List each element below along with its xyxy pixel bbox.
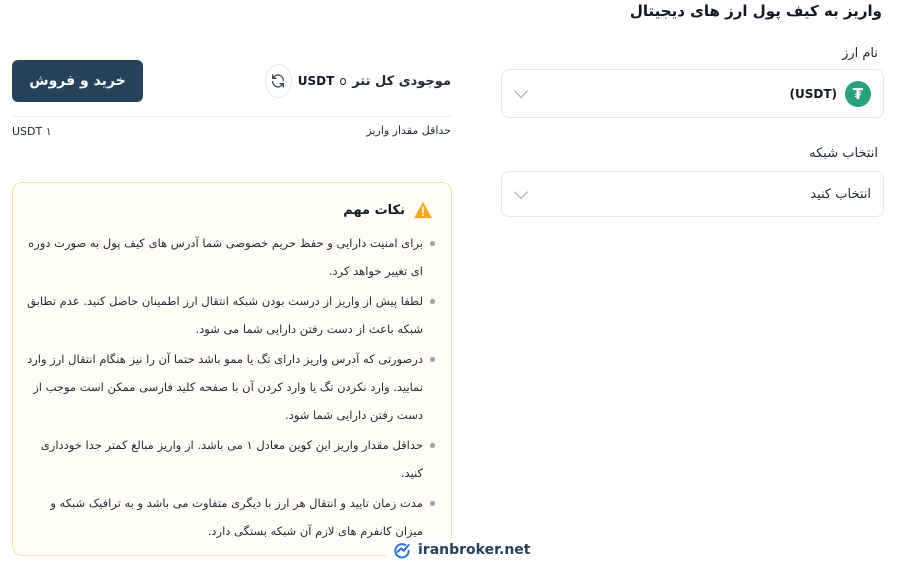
note-item: حداقل مقدار واریز این کوین معادل ۱ می با…: [27, 431, 435, 487]
currency-code: (USDT): [789, 86, 837, 101]
balance-value: USDT: [297, 74, 335, 88]
min-deposit-label: حداقل مقدار واریز: [366, 124, 451, 137]
refresh-button[interactable]: [265, 64, 292, 98]
currency-label: نام ارز: [842, 46, 878, 61]
note-item: برای امنیت دارایی و حفظ حریم خصوصی شما آ…: [27, 229, 435, 285]
network-label: انتخاب شبکه: [809, 146, 878, 161]
buy-sell-button[interactable]: خرید و فروش: [12, 60, 143, 102]
chevron-down-icon: [513, 184, 529, 199]
refresh-icon: [272, 74, 285, 88]
tether-icon: ₮: [845, 80, 871, 107]
notes-title: نکات مهم: [343, 202, 405, 218]
note-item: مدت زمان تایید و انتقال هر ارز با دیگری …: [27, 489, 435, 545]
balance-row: موجودی کل تتر USDT: [265, 64, 451, 98]
divider: [12, 116, 452, 117]
page-title: واریز به کیف پول ارز های دیجیتال: [629, 2, 882, 20]
notes-header: نکات مهم: [27, 201, 435, 219]
min-deposit-value: USDT ۱: [12, 125, 52, 138]
note-item: درصورتی که آدرس واریز دارای تگ یا ممو با…: [27, 345, 435, 429]
network-placeholder: انتخاب کنید: [810, 186, 871, 202]
note-item: لطفا پیش از واریز از درست بودن شبکه انتق…: [27, 287, 435, 343]
warning-icon: [414, 201, 432, 219]
chevron-down-icon: [513, 83, 529, 99]
currency-select[interactable]: ₮ (USDT): [501, 69, 884, 118]
network-select[interactable]: انتخاب کنید: [501, 171, 884, 217]
balance-dot-icon: [340, 77, 347, 85]
balance-label: موجودی کل تتر: [352, 73, 451, 89]
chart-trend-icon: [394, 543, 410, 559]
watermark-text: iranbroker.net: [418, 542, 531, 558]
important-notes-box: نکات مهم برای امنیت دارایی و حفظ حریم خص…: [12, 182, 452, 556]
currency-selected: ₮ (USDT): [789, 80, 871, 107]
watermark: iranbroker.net: [386, 538, 537, 562]
